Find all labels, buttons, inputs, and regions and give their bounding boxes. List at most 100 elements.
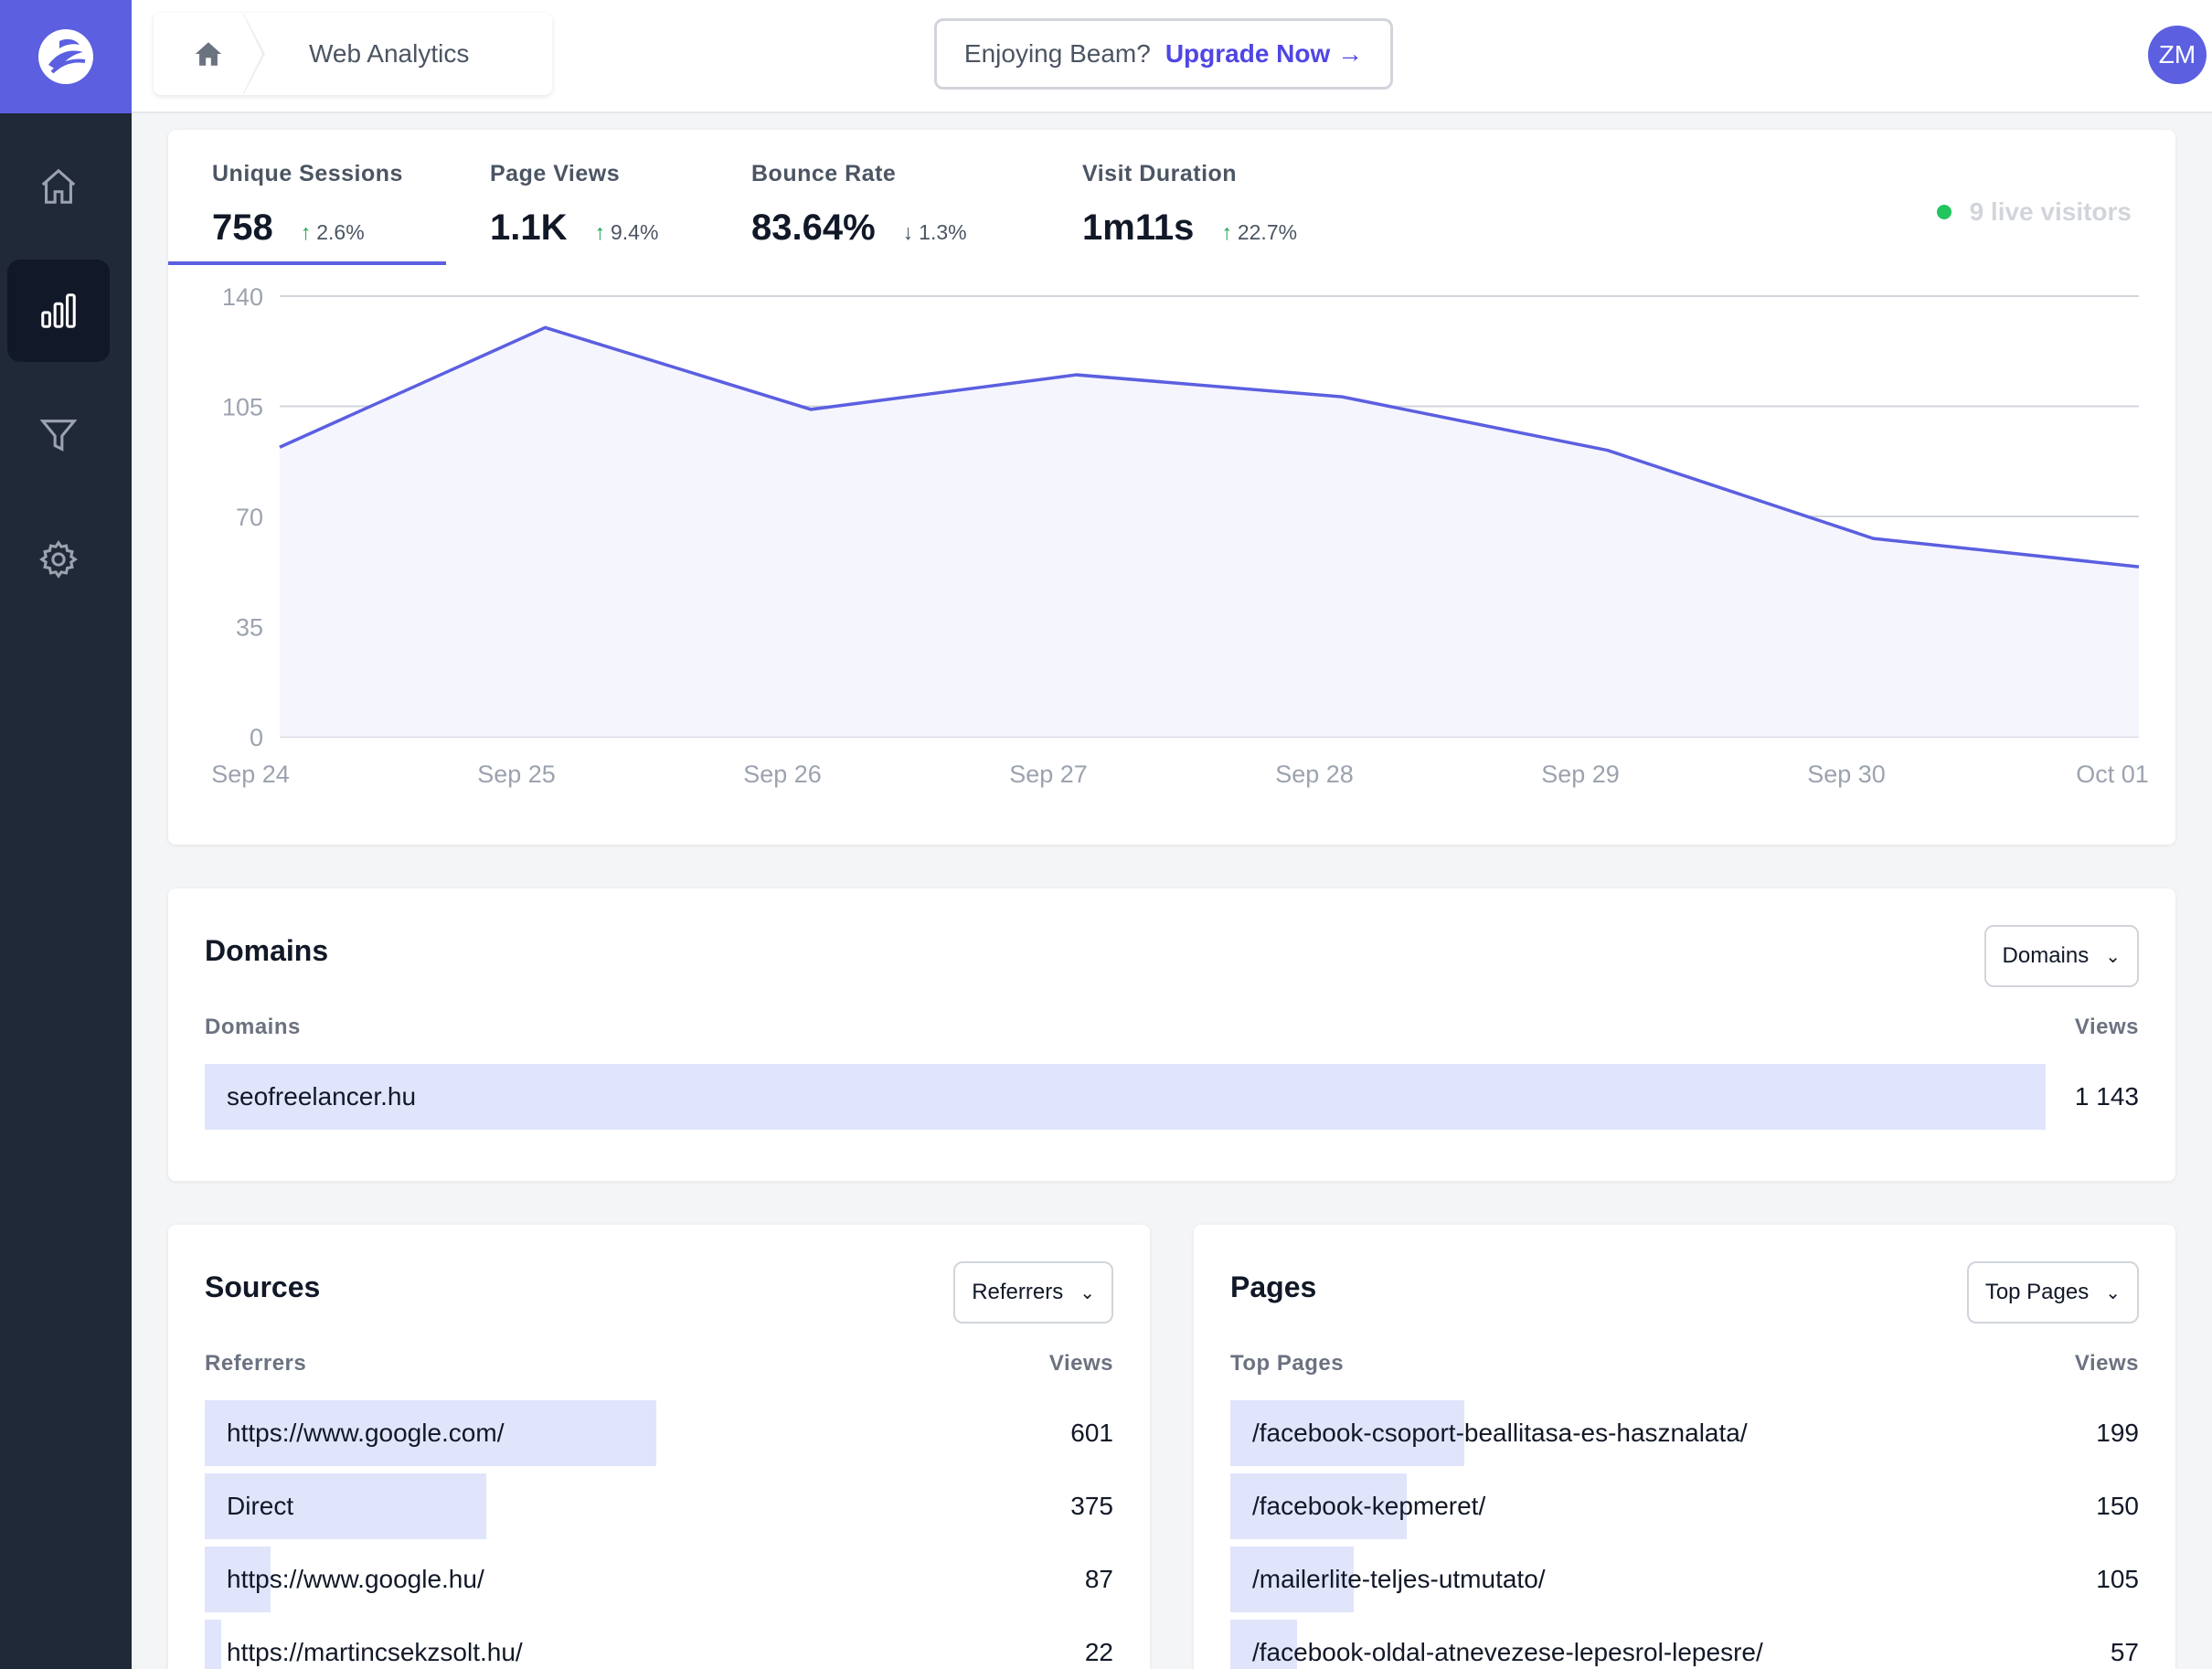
row-label: /facebook-oldal-atnevezese-lepesrol-lepe… [1252,1638,1763,1666]
list-item[interactable]: /facebook-oldal-atnevezese-lepesrol-lepe… [1230,1620,2139,1669]
beam-logo-icon [38,29,93,84]
top-bar: Web Analytics Enjoying Beam? Upgrade Now… [132,0,2212,113]
stat-visit-duration[interactable]: Visit Duration 1m11s ↑ 22.7% [1082,161,1297,249]
gear-icon [39,540,78,579]
home-icon [195,42,222,66]
stat-change: 1.3% [919,220,967,244]
row-label: https://www.google.hu/ [227,1565,484,1593]
row-value: 1 143 [2074,1082,2139,1111]
list-item[interactable]: /facebook-kepmeret/150 [1230,1473,2139,1539]
nav-home[interactable] [7,135,110,238]
panel-title: Domains [205,934,329,967]
row-label: https://www.google.com/ [227,1419,505,1447]
breadcrumb-home[interactable] [154,13,265,95]
x-tick-label: Sep 28 [1275,760,1354,788]
series-area [280,327,2139,737]
list-item[interactable]: https://martincsekzsolt.hu/22 [205,1620,1113,1669]
row-label: Direct [227,1492,294,1520]
x-tick-label: Sep 29 [1541,760,1620,788]
stat-change: 9.4% [611,220,659,244]
x-tick-label: Sep 25 [477,760,556,788]
breadcrumb-current: Web Analytics [309,39,470,68]
arrow-up-icon: ↑ [300,220,312,244]
stat-change: 2.6% [316,220,365,244]
table-row[interactable]: seofreelancer.hu 1 143 [205,1064,2139,1130]
x-tick-label: Oct 01 [2076,760,2149,788]
row-label: seofreelancer.hu [227,1082,417,1111]
nav-funnels[interactable] [7,384,110,486]
chevron-down-icon: ⌄ [2105,946,2121,967]
sessions-chart: 140 105 70 35 0 Sep 24 Sep 25 Sep 26 Sep 27 Sep 2… [211,283,2149,788]
stat-unique-sessions[interactable]: Unique Sessions 758 ↑ 2.6% [212,161,403,249]
upgrade-now-link[interactable]: Upgrade Now → [1165,39,1363,69]
live-visitors: 9 live visitors [1936,197,2132,227]
stat-label: Bounce Rate [751,161,897,186]
x-tick-label: Sep 24 [211,760,290,788]
upgrade-banner: Enjoying Beam? Upgrade Now → [934,18,1393,90]
home-icon [41,168,76,204]
breadcrumb: Web Analytics [154,13,552,95]
list-item[interactable]: https://www.google.com/601 [205,1400,1113,1466]
pages-card: Pages Top Pages ⌄ Top Pages Views /faceb… [1194,1225,2175,1669]
x-tick-label: Sep 26 [743,760,822,788]
row-label: /facebook-kepmeret/ [1252,1492,1486,1520]
filter-icon [39,420,78,452]
y-tick-label: 70 [236,504,263,531]
dropdown-label: Top Pages [1984,1280,2090,1304]
y-tick-label: 140 [222,283,263,311]
beam-logo[interactable] [0,0,132,113]
list-item[interactable]: /facebook-csoport-beallitasa-es-hasznala… [1230,1400,2139,1466]
stat-bounce-rate[interactable]: Bounce Rate 83.64% ↓ 1.3% [751,161,967,249]
stat-label: Unique Sessions [212,161,403,186]
domains-dropdown[interactable]: Domains ⌄ [1983,925,2139,987]
domains-card: Domains Domains ⌄ Domains Views seofreel… [168,888,2175,1181]
avatar[interactable]: ZM [2148,26,2207,84]
stat-value: 1.1K [490,207,568,248]
column-header: Referrers [205,1351,307,1376]
y-tick-label: 105 [222,394,263,421]
active-stat-indicator [168,261,446,265]
sources-dropdown[interactable]: Referrers ⌄ [953,1261,1113,1324]
column-header: Domains [205,1015,301,1039]
overview-card: Unique Sessions 758 ↑ 2.6% Page Views 1.1… [168,130,2175,845]
bar-chart-icon [41,293,76,328]
y-tick-label: 35 [236,614,263,642]
column-header: Views [2074,1351,2139,1376]
row-value: 375 [1070,1492,1113,1520]
row-value: 150 [2096,1492,2139,1520]
stat-label: Page Views [490,161,621,186]
nav-analytics[interactable] [7,260,110,362]
arrow-down-icon: ↓ [902,220,914,244]
column-header: Views [2074,1015,2139,1039]
row-label: /facebook-csoport-beallitasa-es-hasznala… [1252,1419,1748,1447]
row-value: 199 [2096,1419,2139,1447]
stat-value: 1m11s [1082,207,1195,248]
nav-settings[interactable] [7,508,110,611]
row-label: /mailerlite-teljes-utmutato/ [1252,1565,1546,1593]
arrow-up-icon: ↑ [594,220,606,244]
row-share-bar [205,1064,2046,1130]
stat-page-views[interactable]: Page Views 1.1K ↑ 9.4% [490,161,658,249]
list-item[interactable]: /mailerlite-teljes-utmutato/105 [1230,1547,2139,1612]
sidebar [0,0,132,1669]
stat-change: 22.7% [1237,220,1298,244]
list-item[interactable]: https://www.google.hu/87 [205,1547,1113,1612]
panel-title: Pages [1230,1270,1317,1303]
chevron-down-icon: ⌄ [1079,1282,1095,1303]
dropdown-label: Referrers [972,1280,1064,1304]
upgrade-question: Enjoying Beam? [963,39,1151,68]
row-value: 601 [1070,1419,1113,1447]
pages-dropdown[interactable]: Top Pages ⌄ [1966,1261,2139,1324]
row-value: 57 [2110,1638,2139,1666]
x-tick-label: Sep 30 [1807,760,1886,788]
row-value: 105 [2096,1565,2139,1593]
sources-card: Sources Referrers ⌄ Referrers Views http… [168,1225,1150,1669]
stat-value: 83.64% [751,207,876,248]
list-item[interactable]: Direct 375 [205,1473,1113,1539]
x-tick-label: Sep 27 [1009,760,1088,788]
stat-label: Visit Duration [1082,161,1238,186]
row-value: 87 [1084,1565,1113,1593]
stat-value: 758 [212,207,273,248]
row-share-bar [205,1620,221,1669]
arrow-up-icon: ↑ [1221,220,1232,244]
